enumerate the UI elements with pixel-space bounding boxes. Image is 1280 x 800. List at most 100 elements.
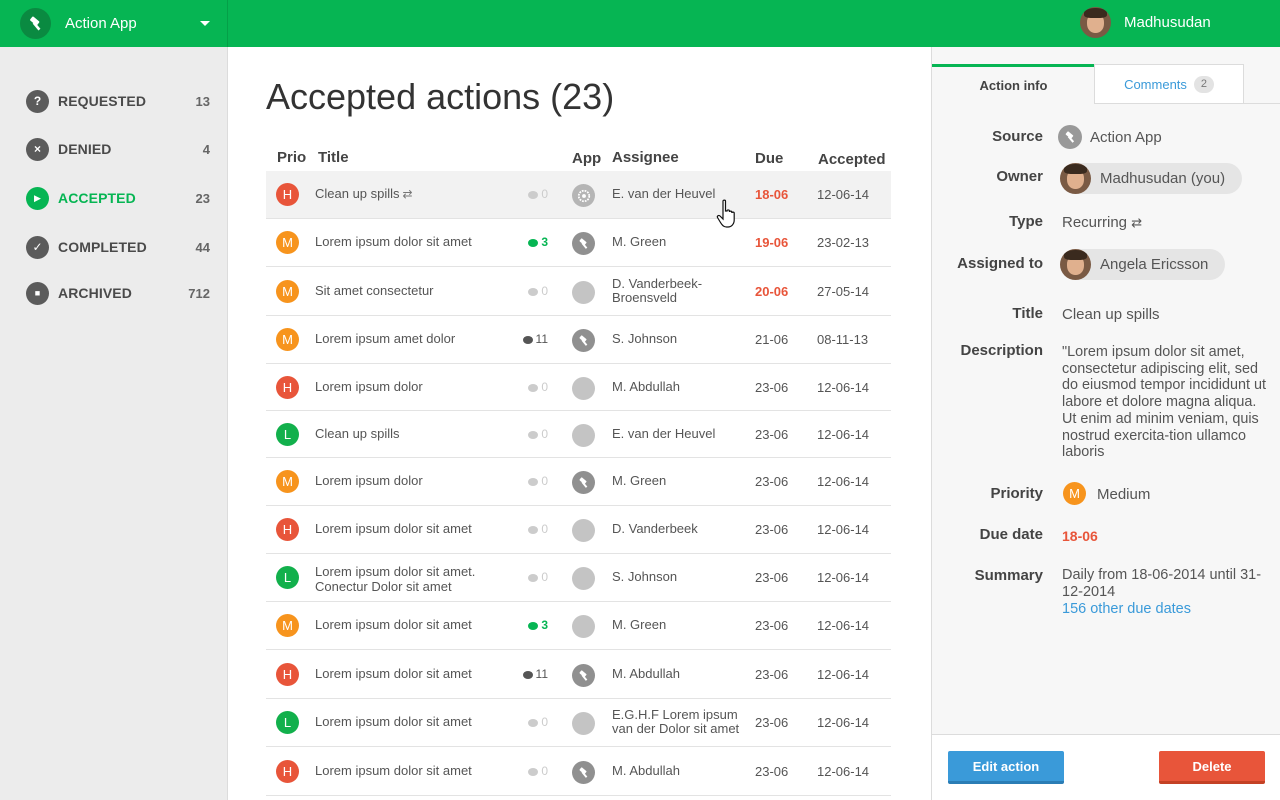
row-comments[interactable]: 11 [506,332,548,346]
app-icon [572,567,595,590]
row-comments[interactable]: 0 [506,474,548,488]
row-comments[interactable]: 3 [506,618,548,632]
row-comments[interactable]: 0 [506,284,548,298]
row-accepted: 12-06-14 [817,667,870,682]
priority-icon: H [276,183,299,206]
comment-count: 0 [541,570,548,584]
row-accepted: 08-11-13 [817,332,869,347]
table-row[interactable]: L Lorem ipsum dolor sit amet 0 E.G.H.F Lore… [266,699,891,747]
column-header-assignee[interactable]: Assignee [612,149,679,166]
table-row[interactable]: H Lorem ipsum dolor sit amet 11 M. Abdullah… [266,650,891,699]
priority-icon: M [276,231,299,254]
comment-icon [528,573,539,582]
user-menu[interactable]: Madhusudan [1080,7,1211,38]
row-title-text: Lorem ipsum dolor [315,473,423,488]
row-accepted: 12-06-14 [817,570,870,585]
comment-count: 0 [541,187,548,201]
app-icon [572,377,595,400]
priority-icon: M [276,470,299,493]
table-row[interactable]: H Lorem ipsum dolor sit amet 0 D. Vanderbee… [266,506,891,554]
row-accepted: 12-06-14 [817,764,870,779]
question-icon: ? [26,89,49,113]
source-label: Source [992,128,1043,145]
comment-icon [528,287,539,296]
table-row[interactable]: M Sit amet consectetur 0 D. Vanderbeek-Broe… [266,267,891,316]
row-title-text: Clean up spills [315,186,400,201]
sidebar-item-count: 44 [195,239,210,255]
column-header-prio[interactable]: Prio [277,149,306,166]
table-row[interactable]: L Clean up spills 0 E. van der Heuvel 23-06 1… [266,411,891,458]
owner-chip[interactable]: Madhusudan (you) [1060,163,1243,194]
table-row[interactable]: H Lorem ipsum dolor sit amet 0 M. Abdullah 2… [266,747,891,796]
close-icon: × [26,137,49,161]
edit-action-button[interactable]: Edit action [948,751,1064,784]
app-icon [572,281,595,304]
row-title: Clean up spills [315,426,505,441]
comment-count: 0 [541,522,548,536]
sidebar-item-completed[interactable]: ✓ COMPLETED 44 [26,234,210,260]
row-comments[interactable]: 0 [506,427,548,441]
app-icon [572,712,595,735]
row-title-text: Lorem ipsum dolor sit amet. Conectur Dol… [315,564,476,594]
table-row[interactable]: L Lorem ipsum dolor sit amet. Conectur Do… [266,554,891,602]
row-comments[interactable]: 0 [506,715,548,729]
row-title: Lorem ipsum dolor [315,379,505,394]
priority-icon: H [276,376,299,399]
hand-cursor-icon [716,199,735,228]
row-due: 23-06 [755,618,789,633]
comments-count-badge: 2 [1193,75,1214,93]
table-row[interactable]: H Clean up spills ⇄ 0 E. van der Heuvel 18-06… [266,171,891,219]
row-comments[interactable]: 0 [506,570,548,584]
comment-icon [528,477,539,486]
sidebar-item-accepted[interactable]: ▶ ACCEPTED 23 [26,185,210,211]
table-row[interactable]: M Lorem ipsum dolor 0 M. Green 23-06 12-06-14 [266,458,891,506]
other-due-dates-link[interactable]: 156 other due dates [1062,601,1191,617]
row-title: Lorem ipsum dolor sit amet [315,234,505,249]
priority-icon: M [276,280,299,303]
table-row[interactable]: M Lorem ipsum amet dolor 11 S. Johnson 21-06… [266,316,891,364]
column-header-title[interactable]: Title [318,149,349,166]
row-comments[interactable]: 11 [506,667,548,681]
priority-icon: L [276,566,299,589]
priority-icon: M [276,614,299,637]
row-title-text: Clean up spills [315,426,400,441]
avatar [1080,7,1111,38]
row-assignee: M. Abdullah [612,379,680,394]
sidebar-item-requested[interactable]: ? REQUESTED 13 [26,88,210,114]
archive-icon: ■ [26,281,49,305]
row-comments[interactable]: 0 [506,380,548,394]
assignee-chip[interactable]: Angela Ericsson [1060,249,1226,280]
row-assignee: M. Abdullah [612,666,680,681]
sidebar-item-archived[interactable]: ■ ARCHIVED 712 [26,280,210,306]
description-label: Description [960,342,1043,359]
sidebar-item-denied[interactable]: × DENIED 4 [26,136,210,162]
summary-label: Summary [974,567,1043,584]
row-comments[interactable]: 0 [506,764,548,778]
hammer-icon [20,8,51,39]
table-row[interactable]: M Lorem ipsum dolor sit amet 3 M. Green 19-0… [266,219,891,267]
row-accepted: 12-06-14 [817,618,870,633]
row-title-text: Lorem ipsum dolor sit amet [315,763,472,778]
table-row[interactable]: M Lorem ipsum dolor sit amet 3 M. Green 23-0… [266,602,891,650]
table-row[interactable]: H Lorem ipsum dolor 0 M. Abdullah 23-06 12-06… [266,364,891,411]
app-switcher[interactable]: Action App [0,0,228,47]
tab-action-info[interactable]: Action info [932,64,1095,104]
row-title-text: Lorem ipsum dolor sit amet [315,521,472,536]
top-bar: Action App Madhusudan [0,0,1280,47]
column-header-accepted[interactable]: Accepted [818,151,886,168]
row-assignee: M. Green [612,234,667,249]
comment-count: 0 [541,284,548,298]
row-comments[interactable]: 3 [506,235,548,249]
delete-button[interactable]: Delete [1159,751,1265,784]
column-header-app[interactable]: App [572,150,601,167]
due-date-value: 18-06 [1062,528,1098,544]
sidebar-item-count: 712 [188,285,210,301]
column-header-due[interactable]: Due [755,150,783,167]
priority-label: Priority [990,485,1043,502]
row-comments[interactable]: 0 [506,522,548,536]
app-icon [572,615,595,638]
row-assignee: D. Vanderbeek-Broensveld [612,276,703,305]
sidebar-item-label: REQUESTED [58,93,147,109]
row-comments[interactable]: 0 [506,187,548,201]
tab-comments[interactable]: Comments 2 [1094,64,1244,104]
